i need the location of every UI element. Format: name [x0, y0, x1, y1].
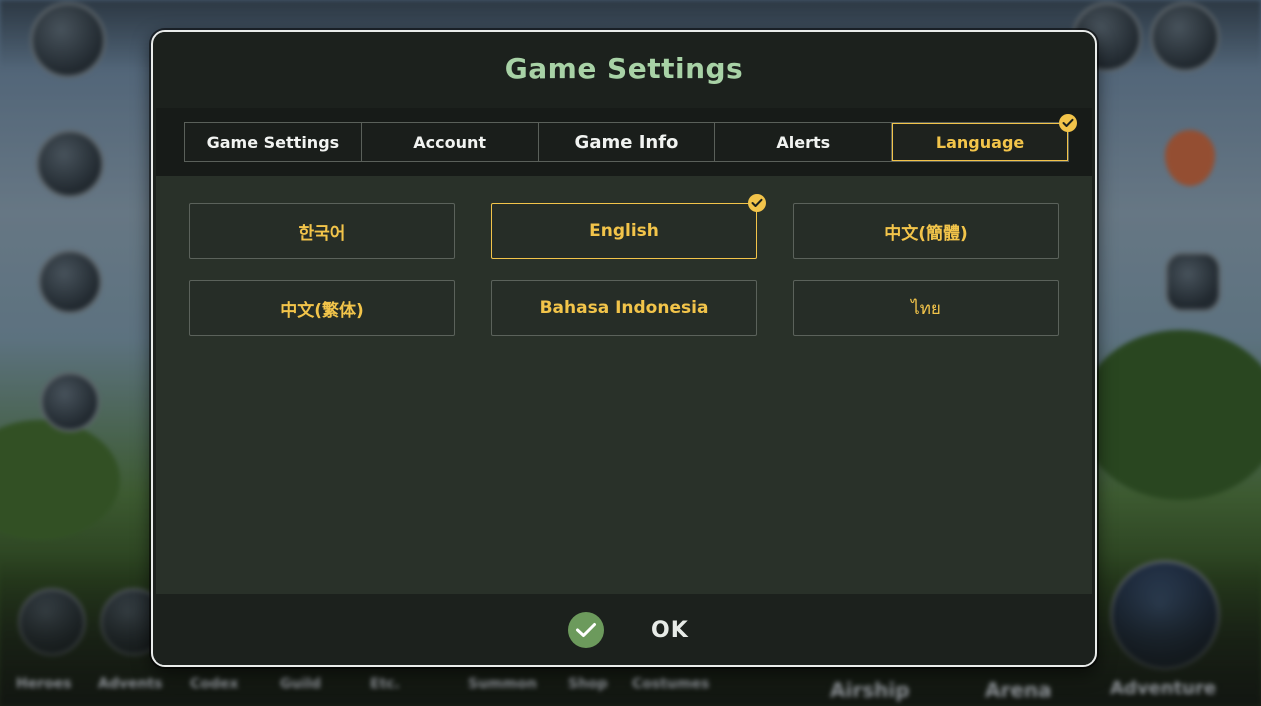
game-scene: Heroes Advents Codex Guild Etc. Summon S…	[0, 0, 1261, 706]
language-option-chinese-traditional[interactable]: 中文(繁体)	[189, 280, 455, 336]
checkmark-icon	[1058, 114, 1077, 132]
tab-game-info[interactable]: Game Info	[539, 123, 716, 161]
tab-label: Game Settings	[206, 132, 340, 152]
ok-label: OK	[651, 617, 689, 643]
tab-label: Alerts	[776, 132, 831, 152]
language-option-thai[interactable]: ไทย	[793, 280, 1059, 336]
tab-alerts[interactable]: Alerts	[715, 123, 893, 161]
language-label: 中文(簡體)	[884, 223, 968, 244]
language-option-chinese-simplified[interactable]: 中文(簡體)	[793, 203, 1059, 259]
tab-label: Game Info	[574, 131, 679, 153]
language-option-indonesian[interactable]: Bahasa Indonesia	[491, 280, 757, 336]
tab-game-settings[interactable]: Game Settings	[185, 123, 362, 161]
language-option-korean[interactable]: 한국어	[189, 203, 455, 259]
dialog-title: Game Settings	[504, 52, 744, 85]
tab-language[interactable]: Language	[892, 114, 1077, 161]
checkmark-icon	[748, 194, 766, 212]
language-label: English	[589, 221, 659, 241]
language-option-english[interactable]: English	[491, 194, 766, 259]
ok-button[interactable]: OK	[568, 610, 698, 650]
language-label: 中文(繁体)	[280, 300, 364, 321]
dialog-footer: OK	[156, 594, 1092, 665]
settings-tabs: Game Settings Account Game Info Alerts L…	[184, 114, 1077, 162]
language-label: 한국어	[298, 223, 346, 244]
tab-account[interactable]: Account	[362, 123, 539, 161]
tab-label: Account	[413, 132, 487, 152]
settings-dialog: Game Settings Game Settings Account Game…	[151, 30, 1097, 667]
language-label: Bahasa Indonesia	[539, 298, 709, 318]
checkmark-circle-icon	[568, 612, 604, 648]
tab-label: Language	[935, 132, 1025, 152]
language-panel: 한국어 English 中文(簡體) 中文(繁体) Bahasa Indones…	[156, 176, 1092, 595]
language-label: ไทย	[911, 298, 941, 319]
